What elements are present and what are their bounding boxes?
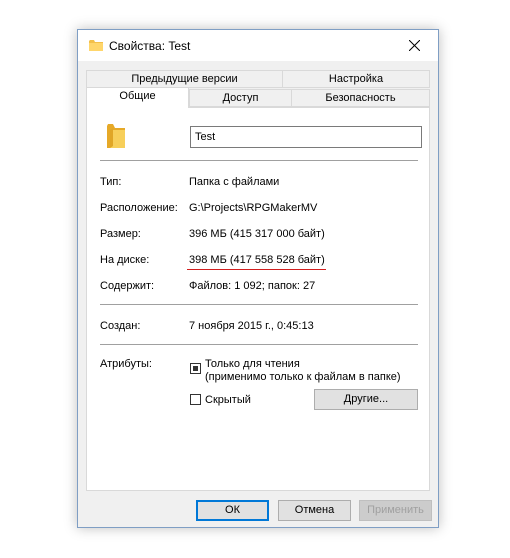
contains-value: Файлов: 1 092; папок: 27 [189,280,316,292]
location-value: G:\Projects\RPGMakerMV [189,202,318,214]
general-tab-panel: Тип: Папка с файлами Расположение: G:\Pr… [86,107,430,491]
size-on-disk-value: 398 МБ (417 558 528 байт) [189,254,325,266]
size-label: Размер: [100,228,141,240]
readonly-checkbox[interactable] [190,363,201,374]
close-icon [409,40,420,51]
apply-button[interactable]: Применить [359,500,432,521]
hidden-checkbox[interactable] [190,394,201,405]
created-value: 7 ноября 2015 г., 0:45:13 [189,320,314,332]
cancel-button[interactable]: Отмена [278,500,351,521]
separator [100,344,418,345]
tab-sharing[interactable]: Доступ [189,89,292,107]
size-value: 396 МБ (415 317 000 байт) [189,228,325,240]
other-attributes-button[interactable]: Другие... [314,389,418,410]
tab-general[interactable]: Общие [86,87,189,108]
tab-security[interactable]: Безопасность [291,89,430,107]
size-on-disk-label: На диске: [100,254,150,266]
type-value: Папка с файлами [189,176,280,188]
attributes-label: Атрибуты: [100,358,152,370]
separator [100,160,418,161]
title-bar[interactable]: Свойства: Test [78,30,438,61]
hidden-label: Скрытый [205,394,251,406]
readonly-label: Только для чтения [205,358,300,370]
created-label: Создан: [100,320,141,332]
folder-icon [107,124,125,148]
folder-icon [89,40,103,51]
properties-window: Свойства: Test Предыдущие версии Настрой… [77,29,439,528]
ok-button[interactable]: ОК [196,500,269,521]
readonly-note: (применимо только к файлам в папке) [205,371,401,383]
location-label: Расположение: [100,202,178,214]
folder-name-input[interactable] [190,126,422,148]
type-label: Тип: [100,176,122,188]
tab-previous-versions[interactable]: Предыдущие версии [86,70,283,88]
window-title: Свойства: Test [109,39,191,53]
close-button[interactable] [392,30,438,61]
tab-customize[interactable]: Настройка [282,70,430,88]
size-value-underline [187,269,326,270]
separator [100,304,418,305]
contains-label: Содержит: [100,280,155,292]
